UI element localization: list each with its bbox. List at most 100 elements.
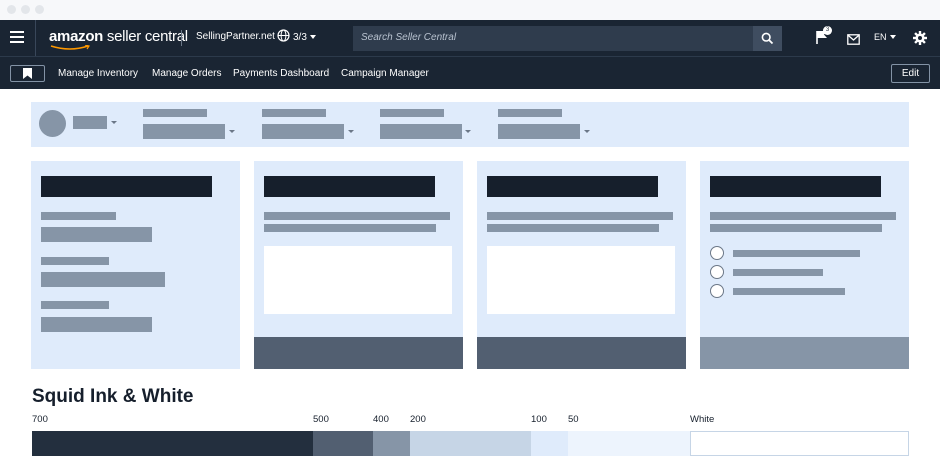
swatch-label-400: 400: [373, 414, 389, 425]
palette-title: Squid Ink & White: [32, 386, 194, 407]
color-swatch-50: [568, 431, 690, 456]
text-line-placeholder: [487, 212, 673, 220]
radio-option[interactable]: [710, 265, 724, 279]
swatch-label-700: 700: [32, 414, 48, 425]
swatch-label-100: 100: [531, 414, 547, 425]
field-label-placeholder: [41, 301, 109, 309]
text-line-placeholder: [710, 224, 882, 232]
filter-dropdown[interactable]: [143, 124, 225, 139]
nav-link-manage-inventory[interactable]: Manage Inventory: [58, 68, 138, 79]
chevron-down-icon: [465, 130, 471, 133]
navigation-bar: Manage Inventory Manage Orders Payments …: [0, 56, 940, 89]
filter-placeholder: [73, 116, 107, 129]
chevron-down-icon: [889, 35, 896, 39]
chevron-down-icon: [111, 121, 117, 124]
bookmark-icon: [23, 68, 32, 79]
seller-central-logo[interactable]: amazon seller central: [49, 28, 188, 50]
text-line-placeholder: [710, 212, 896, 220]
avatar[interactable]: [39, 110, 66, 137]
edit-button[interactable]: Edit: [891, 64, 930, 83]
marketplace-selector[interactable]: 3/3: [277, 29, 316, 45]
filter-bar: [31, 102, 909, 147]
content-area: [487, 246, 675, 314]
color-swatch-500: [313, 431, 373, 456]
color-swatch-200: [410, 431, 531, 456]
radio-label-placeholder: [733, 250, 860, 257]
mail-icon: [847, 34, 860, 45]
window-chrome: [0, 0, 940, 20]
color-swatch-white: [690, 431, 909, 456]
language-selector[interactable]: EN: [874, 32, 896, 42]
notification-badge: 3: [823, 26, 832, 35]
card-footer[interactable]: [477, 337, 686, 369]
card-options: [700, 161, 909, 369]
card-footer[interactable]: [254, 337, 463, 369]
color-swatch-100: [531, 431, 568, 456]
card-title-placeholder: [264, 176, 435, 197]
messages-button[interactable]: [847, 32, 860, 50]
menu-icon[interactable]: [10, 31, 24, 45]
field-label-placeholder: [41, 257, 109, 265]
field-label-placeholder: [41, 212, 116, 220]
chevron-down-icon: [229, 130, 235, 133]
notifications-button[interactable]: 3: [815, 26, 832, 50]
swatch-label-200: 200: [410, 414, 426, 425]
radio-option[interactable]: [710, 284, 724, 298]
filter-label-placeholder: [380, 109, 444, 117]
nav-link-payments-dashboard[interactable]: Payments Dashboard: [233, 68, 329, 79]
radio-option[interactable]: [710, 246, 724, 260]
search-button[interactable]: [753, 26, 782, 51]
content-area: [264, 246, 452, 314]
window-maximize-dot[interactable]: [35, 5, 44, 14]
radio-label-placeholder: [733, 288, 845, 295]
color-swatch-700: [32, 431, 313, 456]
logo-brand: amazon: [49, 28, 104, 45]
gear-icon: [913, 31, 927, 45]
filter-label-placeholder: [498, 109, 562, 117]
logo-smile-icon: [50, 45, 92, 51]
chevron-down-icon: [348, 130, 354, 133]
card-title-placeholder: [710, 176, 881, 197]
card-footer[interactable]: [700, 337, 909, 369]
field-input-placeholder[interactable]: [41, 317, 152, 332]
divider: [181, 30, 182, 46]
radio-label-placeholder: [733, 269, 823, 276]
settings-button[interactable]: [913, 31, 927, 50]
filter-dropdown[interactable]: [262, 124, 344, 139]
search-icon: [761, 32, 774, 45]
filter-dropdown[interactable]: [498, 124, 580, 139]
card-title-placeholder: [487, 176, 658, 197]
color-swatch-400: [373, 431, 410, 456]
card-form: [31, 161, 240, 369]
nav-link-campaign-manager[interactable]: Campaign Manager: [341, 68, 429, 79]
filter-label-placeholder: [143, 109, 207, 117]
swatch-label-500: 500: [313, 414, 329, 425]
card-content: [477, 161, 686, 369]
field-input-placeholder[interactable]: [41, 272, 165, 287]
logo-product: seller central: [103, 28, 188, 45]
search-placeholder: Search Seller Central: [361, 32, 457, 43]
account-name[interactable]: SellingPartner.net: [196, 31, 275, 42]
text-line-placeholder: [487, 224, 659, 232]
top-header: amazon seller central SellingPartner.net…: [0, 20, 940, 56]
marketplace-count: 3/3: [293, 31, 307, 43]
divider: [35, 20, 36, 56]
field-input-placeholder[interactable]: [41, 227, 152, 242]
window-close-dot[interactable]: [7, 5, 16, 14]
chevron-down-icon: [584, 130, 590, 133]
text-line-placeholder: [264, 224, 436, 232]
nav-link-manage-orders[interactable]: Manage Orders: [152, 68, 221, 79]
text-line-placeholder: [264, 212, 450, 220]
chevron-down-icon: [309, 35, 316, 39]
globe-icon: [277, 29, 290, 45]
search-input[interactable]: Search Seller Central: [353, 26, 753, 51]
filter-label-placeholder: [262, 109, 326, 117]
bookmark-button[interactable]: [10, 65, 45, 82]
window-minimize-dot[interactable]: [21, 5, 30, 14]
card-title-placeholder: [41, 176, 212, 197]
card-content: [254, 161, 463, 369]
filter-dropdown[interactable]: [380, 124, 462, 139]
language-label: EN: [874, 32, 887, 42]
swatch-label-50: 50: [568, 414, 579, 425]
swatch-label-white: White: [690, 414, 715, 425]
